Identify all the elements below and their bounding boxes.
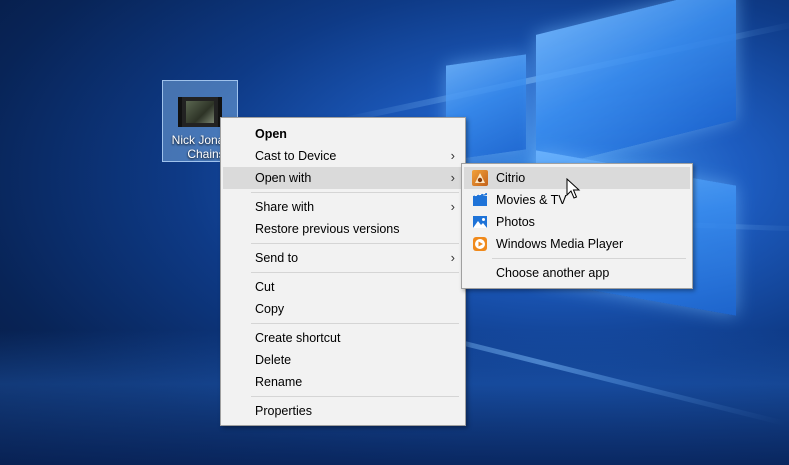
open-with-choose-another-app[interactable]: Choose another app [464, 262, 690, 284]
windows-media-player-icon [472, 236, 488, 252]
menu-item-share-with[interactable]: Share with › [223, 196, 463, 218]
menu-separator [251, 272, 459, 273]
menu-item-copy[interactable]: Copy [223, 298, 463, 320]
menu-item-send-to[interactable]: Send to › [223, 247, 463, 269]
menu-item-cast-to-device[interactable]: Cast to Device › [223, 145, 463, 167]
menu-item-cut[interactable]: Cut [223, 276, 463, 298]
menu-item-open[interactable]: Open [223, 123, 463, 145]
chevron-right-icon: › [450, 199, 455, 214]
open-with-windows-media-player[interactable]: Windows Media Player [464, 233, 690, 255]
menu-item-properties[interactable]: Properties [223, 400, 463, 422]
menu-separator [492, 258, 686, 259]
menu-separator [251, 396, 459, 397]
open-with-photos[interactable]: Photos [464, 211, 690, 233]
photos-icon [472, 214, 488, 230]
menu-separator [251, 192, 459, 193]
logo-pane [536, 0, 736, 170]
menu-separator [251, 323, 459, 324]
citrio-icon [472, 170, 488, 186]
movies-tv-icon [472, 192, 488, 208]
chevron-right-icon: › [450, 250, 455, 265]
menu-separator [251, 243, 459, 244]
menu-item-restore-previous-versions[interactable]: Restore previous versions [223, 218, 463, 240]
menu-item-rename[interactable]: Rename [223, 371, 463, 393]
menu-item-create-shortcut[interactable]: Create shortcut [223, 327, 463, 349]
chevron-right-icon: › [450, 170, 455, 185]
mouse-pointer-icon [566, 178, 581, 199]
menu-item-open-with[interactable]: Open with › [223, 167, 463, 189]
context-menu: Open Cast to Device › Open with › Share … [220, 117, 466, 426]
chevron-right-icon: › [450, 148, 455, 163]
video-file-icon [178, 97, 222, 127]
menu-item-delete[interactable]: Delete [223, 349, 463, 371]
